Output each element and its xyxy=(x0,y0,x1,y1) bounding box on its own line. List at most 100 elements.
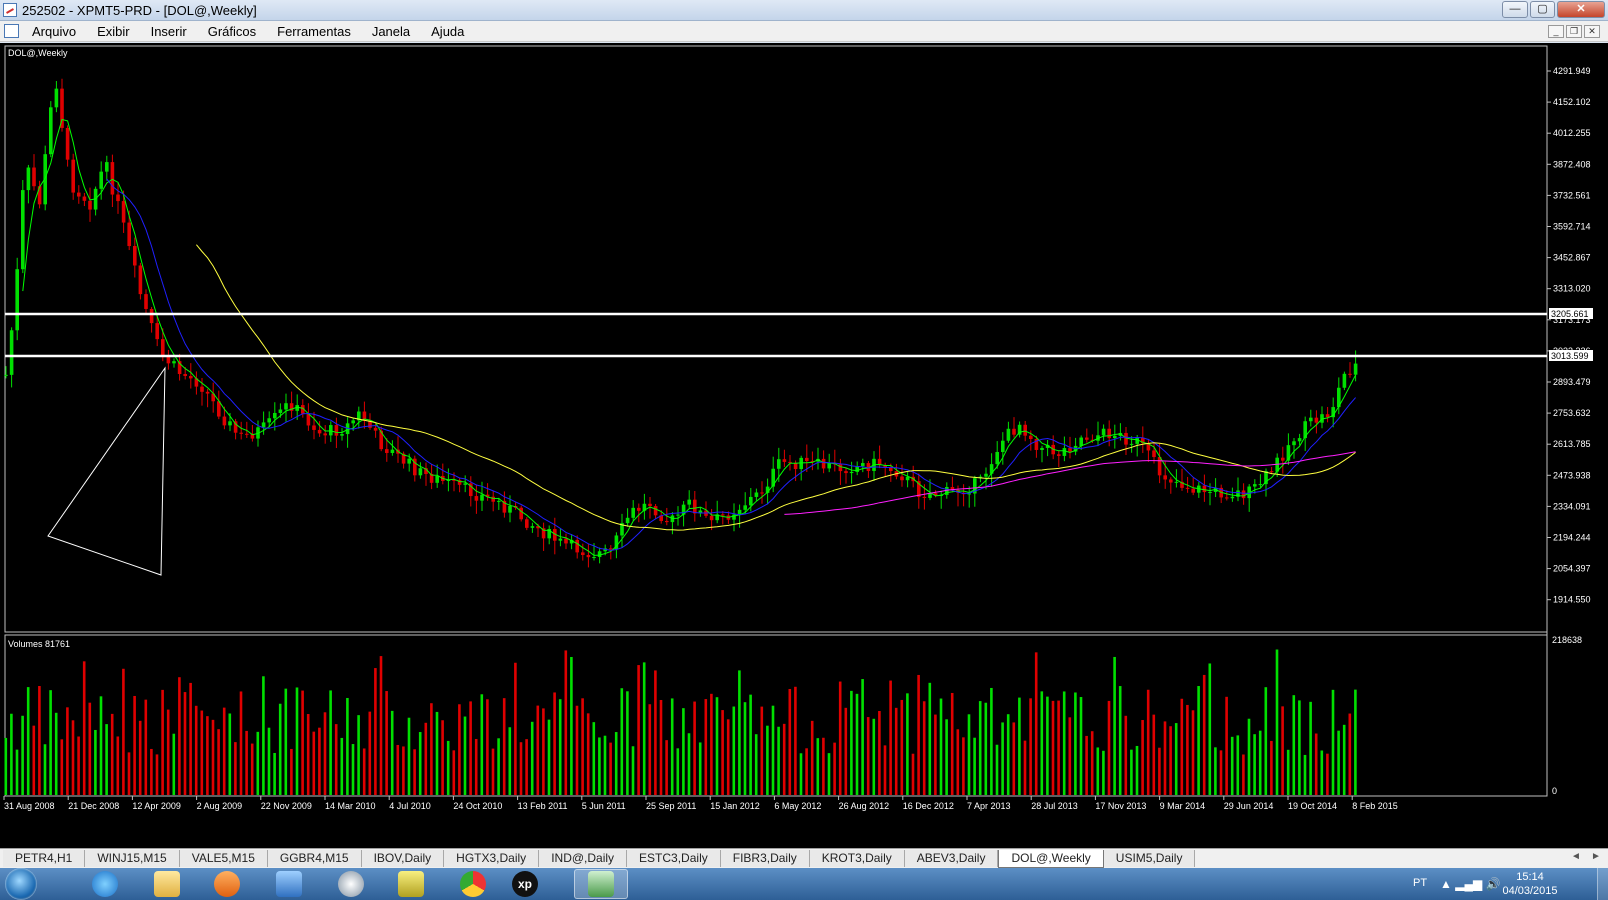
volume-bar xyxy=(385,691,388,795)
volume-bar xyxy=(161,689,164,795)
volume-bar xyxy=(301,690,304,795)
chart-window[interactable]: DOL@,Weekly Volumes 81761 4291.949 4152.1… xyxy=(0,43,1608,848)
maximize-button[interactable]: ▢ xyxy=(1530,1,1555,18)
menu-exibir[interactable]: Exibir xyxy=(97,24,130,39)
candle-body xyxy=(200,386,204,392)
volume-bar xyxy=(66,707,69,795)
chrome-icon[interactable] xyxy=(446,869,500,899)
candle-body xyxy=(922,496,927,498)
tab-estc3[interactable]: ESTC3,Daily xyxy=(627,850,721,867)
date-tick-label: 19 Oct 2014 xyxy=(1288,801,1337,811)
tab-dol-active[interactable]: DOL@,Weekly xyxy=(998,850,1104,868)
candle-body xyxy=(760,492,764,494)
volume-bar xyxy=(514,662,517,795)
candle-body xyxy=(183,374,187,376)
file-manager-icon[interactable] xyxy=(384,869,438,899)
volume-bar xyxy=(166,709,170,795)
tab-ibov[interactable]: IBOV,Daily xyxy=(361,850,445,867)
candle-body xyxy=(497,500,501,502)
volume-bar xyxy=(284,688,288,795)
volume-bar xyxy=(458,704,461,795)
tab-petr4[interactable]: PETR4,H1 xyxy=(3,850,86,867)
menu-arquivo[interactable]: Arquivo xyxy=(32,24,76,39)
candle-body xyxy=(9,330,14,375)
triangle-drawing[interactable] xyxy=(47,366,166,576)
mdi-restore-button[interactable]: ❐ xyxy=(1566,25,1582,38)
menu-janela[interactable]: Janela xyxy=(372,24,410,39)
network-icon[interactable] xyxy=(262,869,316,899)
candle-body xyxy=(1185,487,1190,489)
volume-bar xyxy=(474,738,478,795)
clock-date[interactable]: 04/03/2015 xyxy=(1500,885,1560,897)
volume-bar xyxy=(1202,674,1206,795)
volume-bar xyxy=(1090,731,1094,795)
tray-icons[interactable]: ▲ ▂▄▆ 🔊 xyxy=(1440,877,1500,891)
volume-bar xyxy=(491,748,495,795)
menu-inserir[interactable]: Inserir xyxy=(151,24,187,39)
tab-ind[interactable]: IND@,Daily xyxy=(539,850,628,867)
volume-bar xyxy=(928,682,932,795)
media-player-icon[interactable] xyxy=(200,869,254,899)
hline-label-3013: 3013.599 xyxy=(1551,351,1589,361)
tab-scroll-right-icon[interactable]: ► xyxy=(1591,851,1601,862)
volume-bar xyxy=(754,734,758,795)
chart-canvas[interactable]: DOL@,Weekly Volumes 81761 4291.949 4152.1… xyxy=(0,43,1608,848)
volume-axis-zero: 0 xyxy=(1552,786,1557,796)
volume-bar xyxy=(990,687,993,795)
menu-graficos[interactable]: Gráficos xyxy=(208,24,256,39)
volume-bar xyxy=(402,746,405,795)
close-button[interactable]: ✕ xyxy=(1557,1,1605,18)
clock-time[interactable]: 15:14 xyxy=(1500,871,1560,883)
show-desktop-button[interactable] xyxy=(1597,868,1608,900)
volume-bar xyxy=(1113,656,1116,795)
candle-body xyxy=(1012,428,1016,435)
tab-scroll-left-icon[interactable]: ◄ xyxy=(1571,851,1581,862)
volume-bar xyxy=(934,714,937,795)
candle-body xyxy=(519,507,523,520)
volume-bar xyxy=(138,720,142,795)
tab-fibr3[interactable]: FIBR3,Daily xyxy=(720,850,810,867)
candle-body xyxy=(609,548,613,550)
tab-krot3[interactable]: KROT3,Daily xyxy=(809,850,905,867)
metatrader-icon[interactable] xyxy=(574,869,628,899)
volume-bar xyxy=(178,677,181,795)
hp-icon[interactable] xyxy=(324,869,378,899)
minimize-button[interactable]: — xyxy=(1502,1,1528,18)
price-tick-label: 4152.102 xyxy=(1553,97,1591,107)
tab-hgtx3[interactable]: HGTX3,Daily xyxy=(444,850,540,867)
candle-body xyxy=(1202,485,1207,493)
tab-vale5[interactable]: VALE5,M15 xyxy=(179,850,268,867)
volume-bars xyxy=(4,649,1357,795)
tab-ggbr4[interactable]: GGBR4,M15 xyxy=(267,850,362,867)
volume-bar xyxy=(917,674,920,795)
volume-bar xyxy=(290,748,293,795)
volume-bar xyxy=(592,722,596,795)
candle-body xyxy=(82,196,87,201)
document-icon[interactable] xyxy=(4,24,19,38)
tab-abev3[interactable]: ABEV3,Daily xyxy=(904,850,999,867)
start-button-icon[interactable] xyxy=(5,868,37,900)
volume-bar xyxy=(838,681,842,795)
mdi-close-button[interactable]: ✕ xyxy=(1584,25,1600,38)
xp-icon[interactable]: xp xyxy=(498,869,552,899)
menu-ajuda[interactable]: Ajuda xyxy=(431,24,464,39)
candle-body xyxy=(1101,428,1106,436)
candle-body xyxy=(1269,471,1274,473)
volume-bar xyxy=(295,687,299,795)
internet-explorer-icon[interactable] xyxy=(78,869,132,899)
tab-winj15[interactable]: WINJ15,M15 xyxy=(85,850,180,867)
candle-body xyxy=(1309,417,1313,422)
volume-bar xyxy=(654,670,657,795)
menu-ferramentas[interactable]: Ferramentas xyxy=(277,24,351,39)
folder-icon[interactable] xyxy=(140,869,194,899)
tab-usim5[interactable]: USIM5,Daily xyxy=(1103,850,1196,867)
volume-bar xyxy=(586,713,590,795)
volume-bar xyxy=(732,706,736,795)
volume-bar xyxy=(228,713,232,795)
candle-body xyxy=(564,538,568,544)
volume-bar xyxy=(665,740,668,795)
volume-bar xyxy=(547,719,551,795)
language-indicator[interactable]: PT xyxy=(1413,877,1427,889)
candle-body xyxy=(267,418,271,423)
mdi-minimize-button[interactable]: _ xyxy=(1548,25,1564,38)
